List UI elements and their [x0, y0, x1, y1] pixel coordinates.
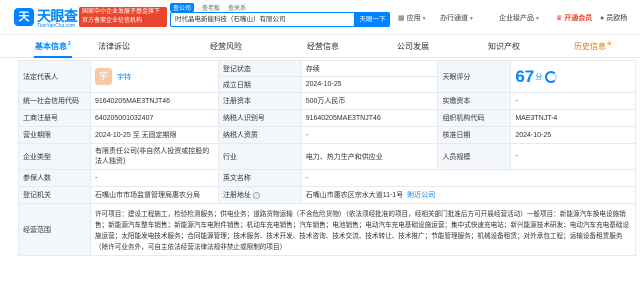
term-value: 2024-10-25 至 无固定期限	[89, 126, 219, 144]
score-gauge-icon	[545, 70, 558, 83]
address-label: 注册地址?	[217, 186, 302, 204]
history-tag-icon: ⊕	[607, 41, 612, 47]
legal-rep-cell: 宇宇特	[89, 60, 219, 93]
scope-value: 许可项目：建设工程施工，检验检测服务；供电业务；道路货物运输（不含危险货物）（依…	[89, 203, 637, 256]
chevron-down-icon: ▼	[469, 16, 474, 22]
logo-url: TianYanCha.com	[37, 23, 76, 29]
eye-score-unit: 分	[535, 73, 543, 81]
user-icon: ●	[600, 15, 605, 22]
tab-basic-info[interactable]: 基本信息2	[35, 41, 71, 52]
nav-user[interactable]: ● 员欧杨	[600, 13, 627, 23]
search-tab-boss[interactable]: 查老板	[202, 3, 220, 12]
authority-value: 石嘴山市市场监督管理局惠农分局	[89, 186, 219, 204]
help-icon[interactable]: ?	[252, 191, 260, 199]
nav-vip[interactable]: ♛ 开通会员	[556, 13, 592, 23]
term-label: 营业期限	[18, 126, 91, 144]
eye-score-value: 67	[515, 66, 535, 86]
search-type-tabs: 查公司 查老板 查关系	[170, 3, 254, 12]
paid-capital-label: 实缴资本	[437, 92, 512, 110]
legal-rep-label: 法定代表人	[18, 60, 91, 93]
nav-app[interactable]: ▦ 应用▼	[398, 13, 427, 23]
authority-label: 登记机关	[18, 186, 91, 204]
nav-enterprise[interactable]: 企业级产品▼	[499, 13, 540, 23]
crown-icon: ♛	[556, 15, 563, 22]
address-value: 石嘴山市惠农区宗水大道11-1号	[305, 192, 404, 199]
search-button[interactable]: 天眼一下	[355, 12, 390, 27]
approval-date-label: 核准日期	[437, 126, 512, 144]
credit-code-value: 91640205MAE3TNJT46	[89, 92, 219, 110]
insured-value: -	[89, 169, 219, 187]
search-tab-relation[interactable]: 查关系	[228, 3, 246, 12]
tab-ip[interactable]: 知识产权	[488, 41, 520, 52]
grid-icon: ▦	[398, 15, 405, 22]
search-tab-company[interactable]: 查公司	[170, 3, 195, 12]
company-type-value: 有限责任公司(非自然人投资或控股的法人独资)	[89, 143, 219, 170]
eye-score-label: 天眼评分	[437, 60, 512, 93]
biz-reg-no-value: 640205001032407	[89, 109, 219, 127]
avatar: 宇	[94, 68, 112, 85]
founded-label: 成立日期	[217, 76, 302, 93]
company-type-label: 企业类型	[18, 143, 91, 170]
taxpayer-id-label: 纳税人识别号	[217, 109, 302, 127]
biz-reg-no-label: 工商注册号	[18, 109, 91, 127]
tab-history[interactable]: 历史信息⊕	[574, 41, 611, 52]
tab-risk[interactable]: 经营风险	[210, 41, 242, 52]
insured-label: 参保人数	[18, 169, 91, 187]
basic-info-table: 法定代表人 宇宇特 登记状态 存续 天眼评分 67分 成立日期 2024-10-…	[18, 60, 637, 256]
section-tabs: 基本信息2 法律诉讼 经营风险 经营信息 公司发展 知识产权 历史信息⊕	[0, 36, 640, 58]
staff-size-label: 人员规模	[437, 143, 512, 170]
reg-status-label: 登记状态	[217, 60, 302, 77]
search-input[interactable]: 时代晶电新能科技（石嘴山）有限公司	[170, 12, 355, 27]
taxpayer-qualification-label: 纳税人资质	[217, 126, 302, 144]
taxpayer-id-value: 91640205MAE3TNJT46	[300, 109, 439, 127]
chevron-down-icon: ▼	[535, 16, 540, 22]
approval-date-value: 2024-10-25	[510, 126, 636, 144]
chevron-down-icon: ▼	[421, 16, 427, 22]
reg-capital-value: 500万人民币	[300, 92, 439, 110]
reg-capital-label: 注册资本	[217, 92, 302, 110]
reg-status-value: 存续	[300, 60, 439, 77]
promo-banner[interactable]: 国家中小企业发展子基金旗下 官方备案企业征信机构	[79, 7, 167, 27]
nav-tongdao[interactable]: 办行通道▼	[440, 13, 474, 23]
credit-code-label: 统一社会信用代码	[18, 92, 91, 110]
active-tab-indicator	[34, 56, 72, 58]
scope-label: 经营范围	[18, 203, 91, 256]
legal-rep-name[interactable]: 宇特	[117, 74, 131, 81]
staff-size-value: -	[510, 143, 636, 170]
founded-value: 2024-10-25	[300, 76, 439, 93]
nearby-companies-link[interactable]: 附近公司	[407, 192, 435, 199]
tab-operations[interactable]: 经营信息	[307, 41, 339, 52]
en-name-value: -	[300, 169, 637, 187]
industry-label: 行业	[217, 143, 302, 170]
org-code-value: MAE3TNJT-4	[510, 109, 636, 127]
eye-score-cell[interactable]: 67分	[510, 60, 636, 93]
tab-development[interactable]: 公司发展	[397, 41, 429, 52]
taxpayer-qualification-value: -	[300, 126, 439, 144]
org-code-label: 组织机构代码	[437, 109, 512, 127]
en-name-label: 英文名称	[217, 169, 302, 187]
logo-mark-icon: 天	[14, 8, 34, 26]
paid-capital-value: -	[510, 92, 636, 110]
address-cell: 石嘴山市惠农区宗水大道11-1号 附近公司	[300, 186, 637, 204]
industry-value: 电力、热力生产和供应业	[300, 143, 439, 170]
promo-line-2: 官方备案企业征信机构	[82, 18, 143, 24]
promo-line-1: 国家中小企业发展子基金旗下	[82, 9, 161, 15]
top-header: 天 天眼查 TianYanCha.com 国家中小企业发展子基金旗下 官方备案企…	[0, 0, 640, 35]
tab-legal[interactable]: 法律诉讼	[98, 41, 130, 52]
